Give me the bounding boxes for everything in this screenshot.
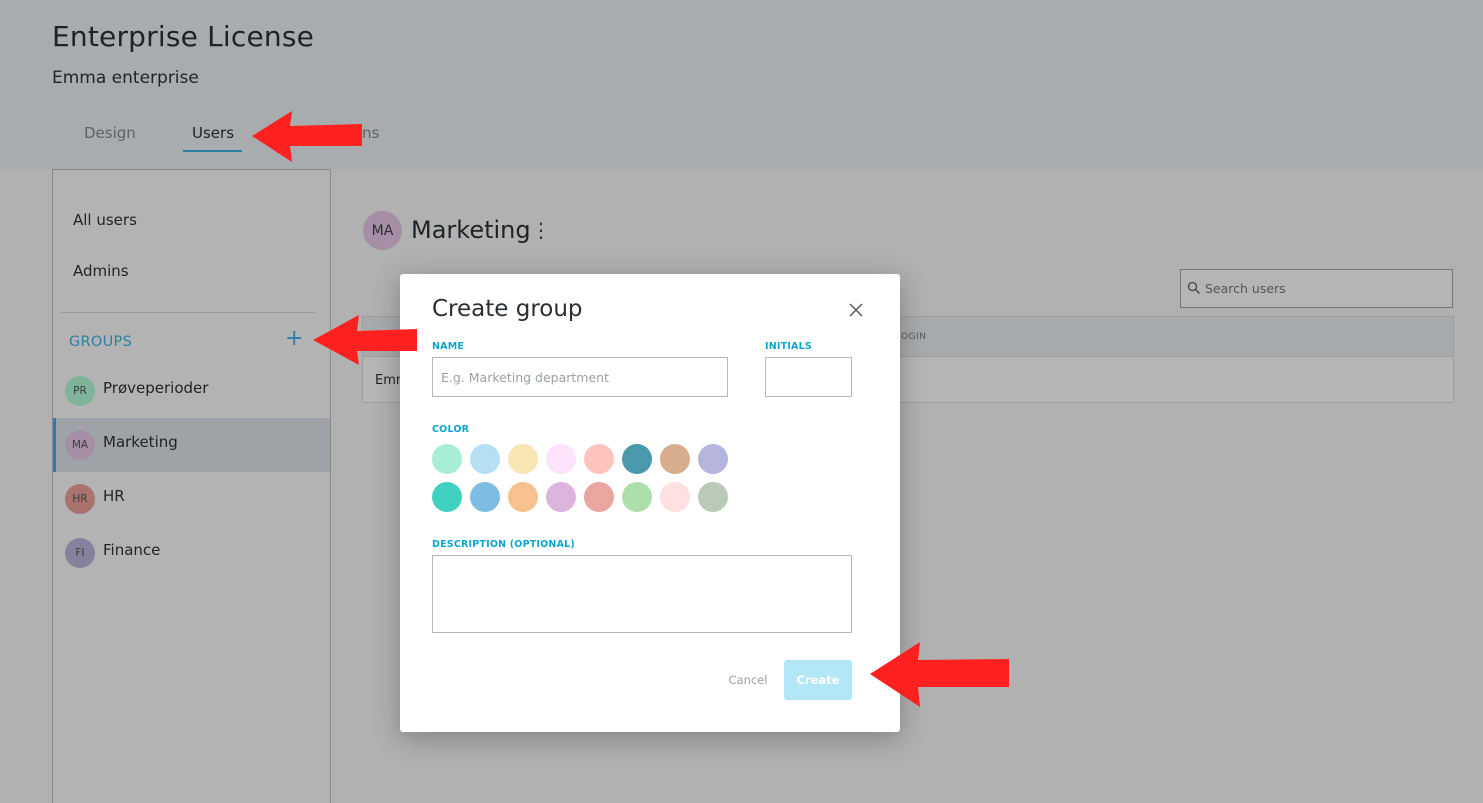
color-swatch[interactable] — [508, 444, 538, 474]
color-swatch[interactable] — [546, 482, 576, 512]
name-label: NAME — [432, 341, 465, 352]
close-icon[interactable] — [846, 300, 866, 320]
group-header-avatar: MA — [363, 211, 402, 250]
initials-input[interactable] — [765, 357, 852, 397]
group-name-input[interactable] — [432, 357, 728, 397]
description-label: DESCRIPTION (OPTIONAL) — [432, 539, 575, 550]
annotation-arrow-left-icon — [313, 315, 417, 365]
sidebar: All users Admins GROUPS + PR Prøveperiod… — [52, 169, 331, 803]
add-group-button[interactable]: + — [285, 328, 303, 350]
search-box — [1180, 269, 1453, 308]
search-icon — [1187, 281, 1200, 294]
color-swatch[interactable] — [470, 444, 500, 474]
page-header: Enterprise License Emma enterprise Desig… — [0, 0, 1483, 169]
color-swatch[interactable] — [698, 444, 728, 474]
sidebar-item-admins[interactable]: Admins — [73, 262, 129, 280]
group-header-title: Marketing — [411, 216, 531, 244]
groups-heading: GROUPS — [69, 334, 133, 350]
initials-label: INITIALS — [765, 341, 812, 352]
sidebar-group-item[interactable]: HR HR — [53, 472, 330, 526]
group-avatar: HR — [65, 484, 95, 514]
group-name: Marketing — [103, 433, 178, 451]
create-button[interactable]: Create — [784, 660, 852, 700]
page-title: Enterprise License — [52, 20, 315, 53]
color-swatch[interactable] — [546, 444, 576, 474]
sidebar-divider — [61, 312, 315, 313]
annotation-arrow-left-icon — [870, 642, 1009, 707]
group-avatar: MA — [65, 430, 95, 460]
color-swatch[interactable] — [698, 482, 728, 512]
color-swatch[interactable] — [508, 482, 538, 512]
page-subtitle: Emma enterprise — [52, 68, 199, 88]
column-header-last-login[interactable]: OGIN — [901, 332, 926, 342]
search-users-input[interactable] — [1205, 270, 1445, 307]
color-swatch[interactable] — [622, 444, 652, 474]
group-name: Prøveperioder — [103, 379, 209, 397]
color-swatch[interactable] — [584, 482, 614, 512]
color-label: COLOR — [432, 424, 470, 435]
sidebar-group-item[interactable]: FI Finance — [53, 526, 330, 580]
annotation-arrow-left-icon — [252, 111, 362, 162]
color-swatch[interactable] — [660, 444, 690, 474]
tab-active-underline — [183, 150, 242, 152]
dialog-title: Create group — [432, 296, 583, 322]
description-input[interactable] — [432, 555, 852, 633]
create-group-dialog: Create group NAME INITIALS COLOR DESCRIP… — [400, 274, 900, 732]
group-avatar: PR — [65, 376, 95, 406]
more-options-icon[interactable]: ⋮ — [531, 218, 551, 242]
sidebar-item-all-users[interactable]: All users — [73, 211, 137, 229]
group-name: Finance — [103, 541, 161, 559]
color-swatch[interactable] — [660, 482, 690, 512]
group-avatar: FI — [65, 538, 95, 568]
tab-design[interactable]: Design — [84, 124, 136, 142]
cancel-button[interactable]: Cancel — [718, 670, 778, 690]
tab-users[interactable]: Users — [192, 124, 234, 142]
sidebar-group-item-active[interactable]: MA Marketing — [53, 418, 330, 472]
sidebar-group-item[interactable]: PR Prøveperioder — [53, 364, 330, 418]
color-swatch[interactable] — [622, 482, 652, 512]
group-name: HR — [103, 487, 125, 505]
color-swatch[interactable] — [432, 444, 462, 474]
color-swatch[interactable] — [584, 444, 614, 474]
color-swatch[interactable] — [470, 482, 500, 512]
color-swatch[interactable] — [432, 482, 462, 512]
